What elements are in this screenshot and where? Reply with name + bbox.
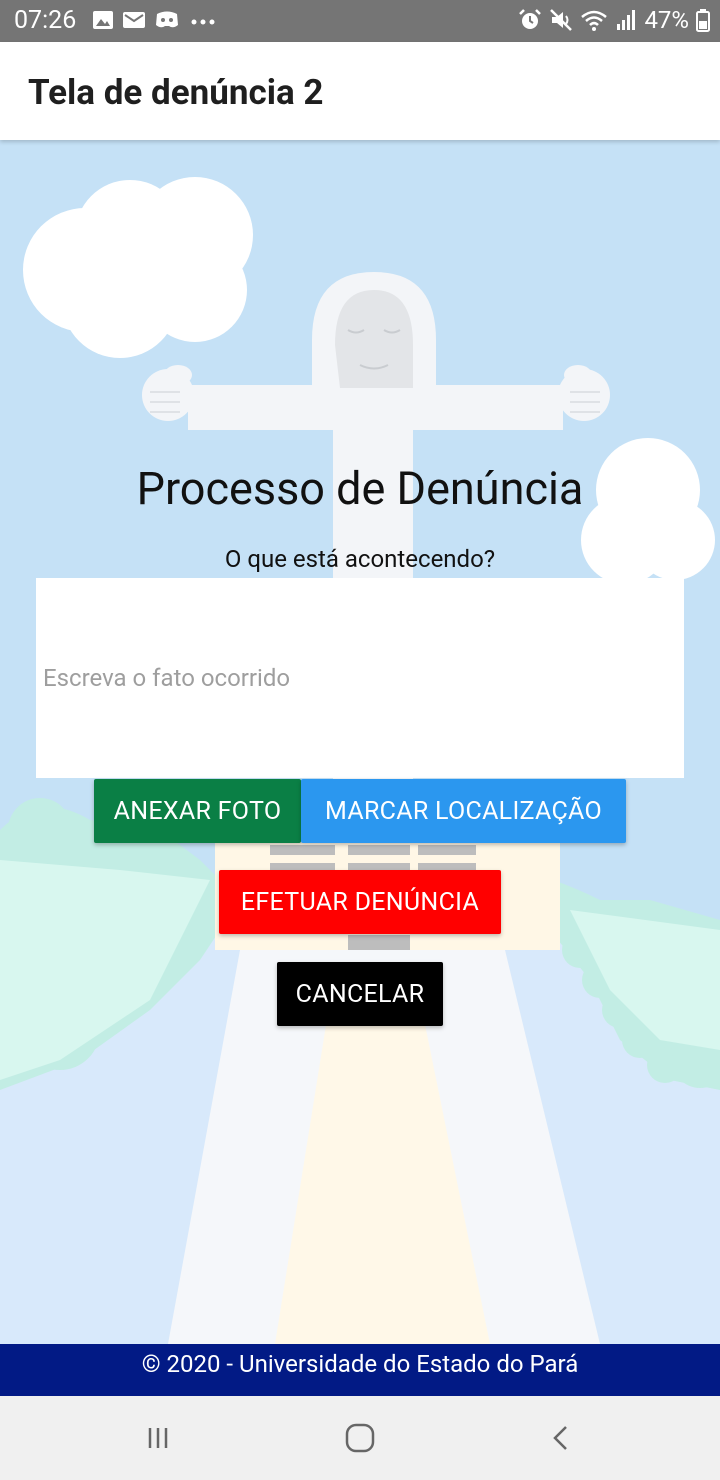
attach-photo-button[interactable]: ANEXAR FOTO bbox=[94, 779, 301, 843]
wifi-icon bbox=[580, 8, 608, 32]
battery-icon bbox=[696, 8, 710, 32]
report-description-textarea[interactable] bbox=[36, 578, 684, 778]
discord-icon bbox=[154, 9, 180, 31]
more-icon bbox=[188, 9, 218, 31]
cancel-button[interactable]: CANCELAR bbox=[277, 962, 443, 1026]
mark-location-button[interactable]: MARCAR LOCALIZAÇÃO bbox=[301, 779, 626, 843]
footer-copyright: © 2020 - Universidade do Estado do Pará bbox=[0, 1344, 720, 1396]
system-nav-bar bbox=[0, 1396, 720, 1480]
status-time: 07:26 bbox=[14, 6, 77, 35]
back-icon[interactable] bbox=[542, 1418, 582, 1458]
alarm-icon bbox=[518, 8, 542, 32]
submit-report-button[interactable]: EFETUAR DENÚNCIA bbox=[219, 870, 501, 934]
mail-icon bbox=[122, 9, 146, 31]
battery-text: 47% bbox=[644, 6, 689, 34]
mute-icon bbox=[549, 8, 573, 32]
app-bar: Tela de denúncia 2 bbox=[0, 42, 720, 140]
form-question-label: O que está acontecendo? bbox=[224, 545, 496, 573]
home-icon[interactable] bbox=[340, 1418, 380, 1458]
form-title: Processo de Denúncia bbox=[136, 462, 584, 515]
status-bar: 07:26 47% bbox=[0, 0, 720, 42]
image-icon bbox=[92, 9, 114, 31]
signal-icon bbox=[615, 8, 637, 32]
page-title: Tela de denúncia 2 bbox=[28, 72, 324, 113]
recent-apps-icon[interactable] bbox=[138, 1418, 178, 1458]
